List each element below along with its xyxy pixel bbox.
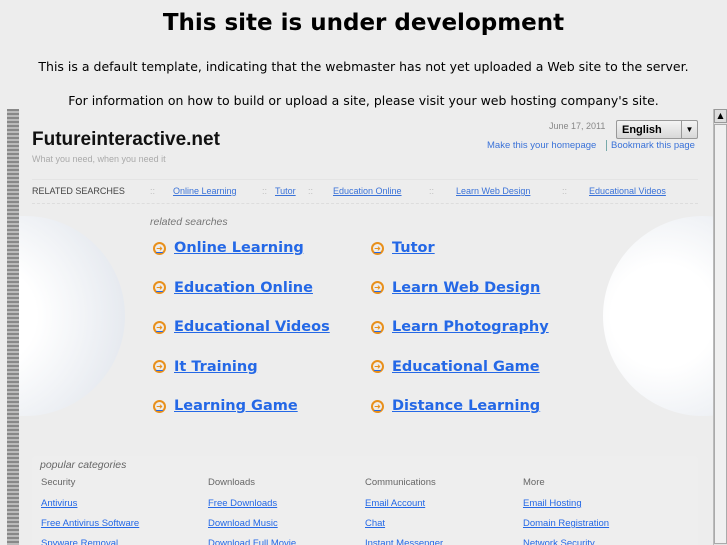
category-link[interactable]: Download Full Movie (208, 538, 296, 545)
scrollbar[interactable]: ▲ (713, 109, 727, 545)
chevron-down-icon: ▼ (681, 121, 697, 138)
related-link[interactable]: ➜ Learn Web Design (371, 280, 540, 296)
category-column: Communications Email Account Chat Instant M… (365, 477, 443, 545)
related-link[interactable]: ➜ Educational Videos (153, 319, 330, 335)
related-heading: related searches (150, 216, 228, 228)
related-link-label: Education Online (174, 279, 313, 296)
parked-page-frame: Futureinteractive.net What you need, whe… (19, 109, 713, 545)
decorative-circle (19, 216, 125, 416)
related-link-label: Learn Photography (392, 319, 549, 336)
related-link[interactable]: ➜ Learning Game (153, 398, 298, 414)
related-link-label: Learning Game (174, 398, 298, 415)
related-link-label: Educational Game (392, 358, 540, 375)
related-link[interactable]: ➜ Education Online (153, 280, 313, 296)
scroll-up-icon[interactable]: ▲ (714, 109, 727, 123)
category-title: Security (41, 477, 76, 488)
popular-heading: popular categories (40, 459, 127, 471)
arrow-right-icon: ➜ (153, 360, 166, 374)
category-link[interactable]: Antivirus (41, 498, 139, 509)
related-link[interactable]: ➜ Tutor (371, 240, 435, 256)
notice-line-1: This is a default template, indicating t… (38, 59, 689, 74)
category-link[interactable]: Network Security (523, 538, 609, 545)
category-link[interactable]: Email Hosting (523, 498, 609, 509)
decorative-circle (603, 216, 713, 416)
arrow-right-icon: ➜ (153, 281, 166, 295)
arrow-right-icon: ➜ (371, 399, 384, 413)
related-link-label: Tutor (392, 240, 435, 256)
related-searches-bar: RELATED SEARCHES :: Online Learning :: Tut… (32, 179, 698, 204)
scroll-thumb[interactable] (714, 124, 727, 544)
category-link[interactable]: Free Antivirus Software (41, 518, 139, 529)
related-bar-link[interactable]: Online Learning (173, 186, 237, 196)
language-select[interactable]: English ▼ (616, 120, 698, 139)
arrow-right-icon: ➜ (153, 320, 166, 334)
category-column: Security Antivirus Free Antivirus Software… (41, 477, 139, 545)
related-bar-link[interactable]: Education Online (333, 186, 402, 196)
related-link[interactable]: ➜ Online Learning (153, 240, 304, 256)
related-link-label: It Training (174, 358, 258, 375)
make-homepage-link[interactable]: Make this your homepage (487, 140, 596, 151)
site-tagline: What you need, when you need it (32, 154, 166, 164)
category-link[interactable]: Free Downloads (208, 498, 296, 509)
related-bar-link[interactable]: Tutor (275, 186, 296, 196)
category-column: Downloads Free Downloads Download Music Dow… (208, 477, 296, 545)
related-link-label: Educational Videos (174, 319, 330, 336)
arrow-right-icon: ➜ (371, 281, 384, 295)
popular-categories: popular categories Security Antivirus Free… (32, 456, 698, 545)
related-bar-link[interactable]: Educational Videos (589, 186, 666, 196)
arrow-right-icon: ➜ (153, 241, 166, 255)
related-link-label: Learn Web Design (392, 279, 541, 296)
arrow-right-icon: ➜ (153, 399, 166, 413)
site-logo: Futureinteractive.net (32, 129, 220, 150)
related-link-label: Distance Learning (392, 398, 541, 415)
arrow-right-icon: ➜ (371, 241, 384, 255)
related-link[interactable]: ➜ Distance Learning (371, 398, 540, 414)
related-link[interactable]: ➜ Educational Game (371, 359, 540, 375)
language-value: English (622, 124, 662, 136)
frame-border (7, 109, 19, 545)
category-column: More Email Hosting Domain Registration Netw… (523, 477, 609, 545)
arrow-right-icon: ➜ (371, 360, 384, 374)
related-link[interactable]: ➜ Learn Photography (371, 319, 549, 335)
related-link-label: Online Learning (174, 240, 304, 256)
category-link[interactable]: Chat (365, 518, 443, 529)
arrow-right-icon: ➜ (371, 320, 384, 334)
category-link[interactable]: Instant Messenger (365, 538, 443, 545)
category-link[interactable]: Domain Registration (523, 518, 609, 529)
category-title: Communications (365, 477, 436, 488)
date: June 17, 2011 (549, 121, 606, 131)
category-title: More (523, 477, 545, 488)
category-link[interactable]: Email Account (365, 498, 443, 509)
bookmark-link[interactable]: Bookmark this page (606, 140, 695, 151)
related-link[interactable]: ➜ It Training (153, 359, 258, 375)
category-title: Downloads (208, 477, 255, 488)
page-title: This site is under development (162, 10, 565, 36)
related-bar-link[interactable]: Learn Web Design (456, 186, 530, 196)
category-link[interactable]: Download Music (208, 518, 296, 529)
category-link[interactable]: Spyware Removal (41, 538, 139, 545)
notice-line-2: For information on how to build or uploa… (68, 93, 659, 108)
related-bar-label: RELATED SEARCHES (32, 186, 125, 196)
